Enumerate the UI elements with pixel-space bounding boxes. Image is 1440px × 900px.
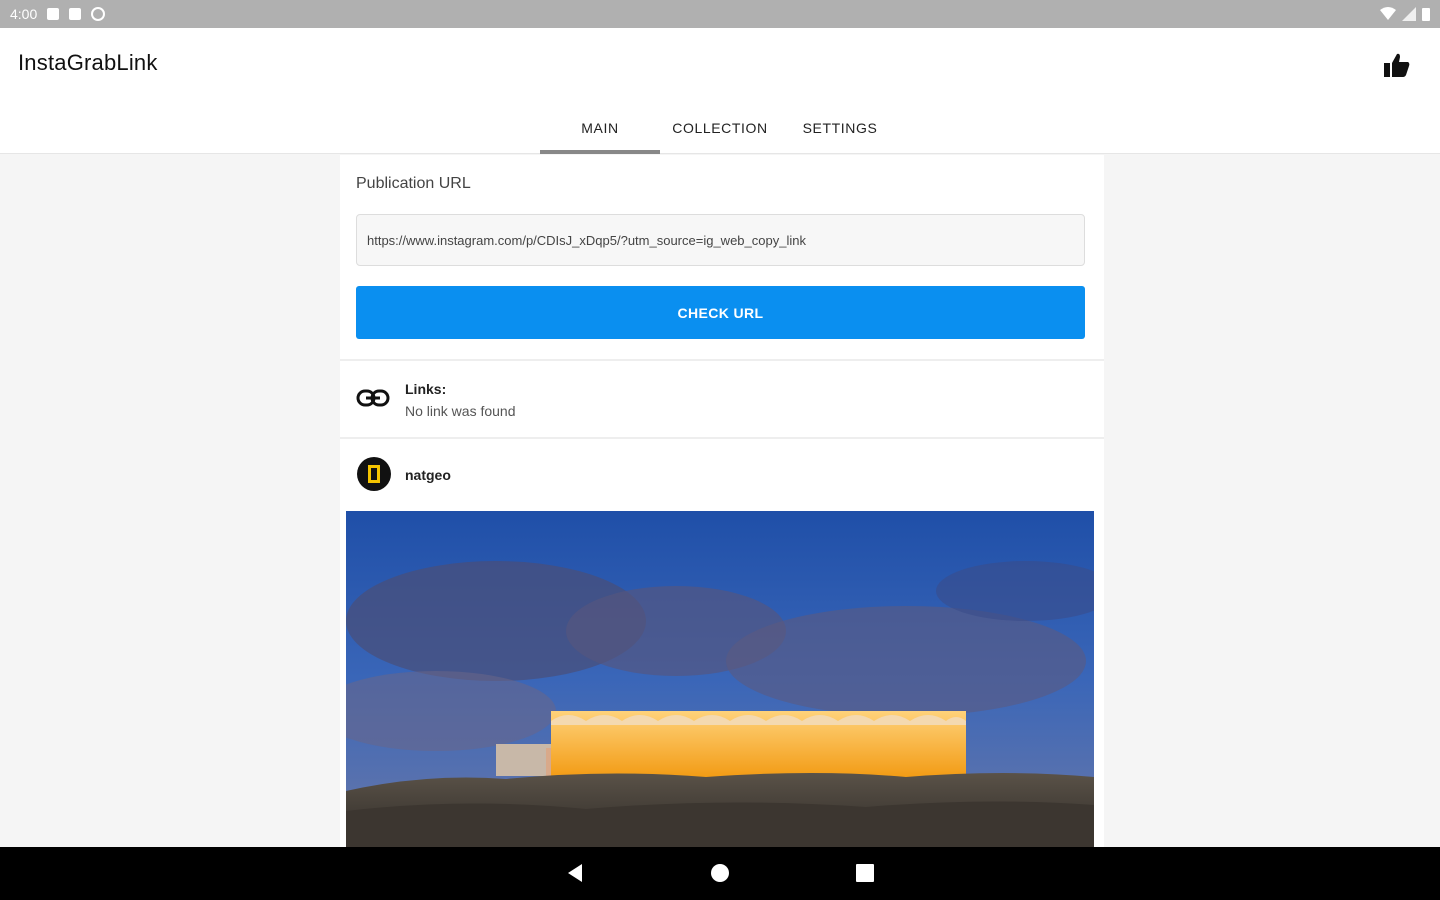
url-label: Publication URL — [356, 175, 471, 192]
post-header: natgeo — [340, 439, 1104, 509]
navigation-bar — [0, 847, 1440, 900]
greenhouse-photo — [346, 511, 1094, 847]
app-bar: InstaGrabLink MAIN COLLECTION SETTINGS — [0, 28, 1440, 154]
app-title: InstaGrabLink — [18, 50, 158, 75]
recents-icon[interactable] — [855, 863, 875, 883]
link-icon — [356, 389, 390, 407]
thumb-up-icon — [1384, 53, 1410, 77]
links-status: No link was found — [405, 403, 516, 419]
tab-settings[interactable]: SETTINGS — [780, 110, 900, 154]
like-button[interactable] — [1382, 50, 1412, 80]
check-url-button[interactable]: CHECK URL — [356, 286, 1085, 339]
back-icon[interactable] — [566, 863, 584, 883]
username[interactable]: natgeo — [405, 467, 451, 483]
signal-icon — [1402, 7, 1416, 21]
main-content: Publication URL CHECK URL Links: No link… — [340, 155, 1104, 847]
notification-icon — [47, 8, 60, 20]
wifi-icon — [1380, 7, 1396, 20]
home-icon[interactable] — [710, 863, 730, 883]
battery-icon — [1422, 8, 1430, 21]
url-input[interactable] — [356, 214, 1085, 266]
status-bar: 4:00 — [0, 0, 1440, 28]
tab-main[interactable]: MAIN — [540, 110, 660, 154]
status-time: 4:00 — [10, 6, 38, 22]
tab-collection[interactable]: COLLECTION — [660, 110, 780, 154]
links-section: Links: No link was found — [340, 361, 1104, 437]
sd-card-icon — [69, 8, 82, 20]
tab-bar: MAIN COLLECTION SETTINGS — [540, 110, 900, 154]
post-image[interactable] — [346, 511, 1094, 847]
links-title: Links: — [405, 381, 447, 397]
natgeo-logo-icon — [368, 465, 380, 483]
avatar[interactable] — [357, 457, 391, 491]
sync-icon — [91, 7, 106, 21]
